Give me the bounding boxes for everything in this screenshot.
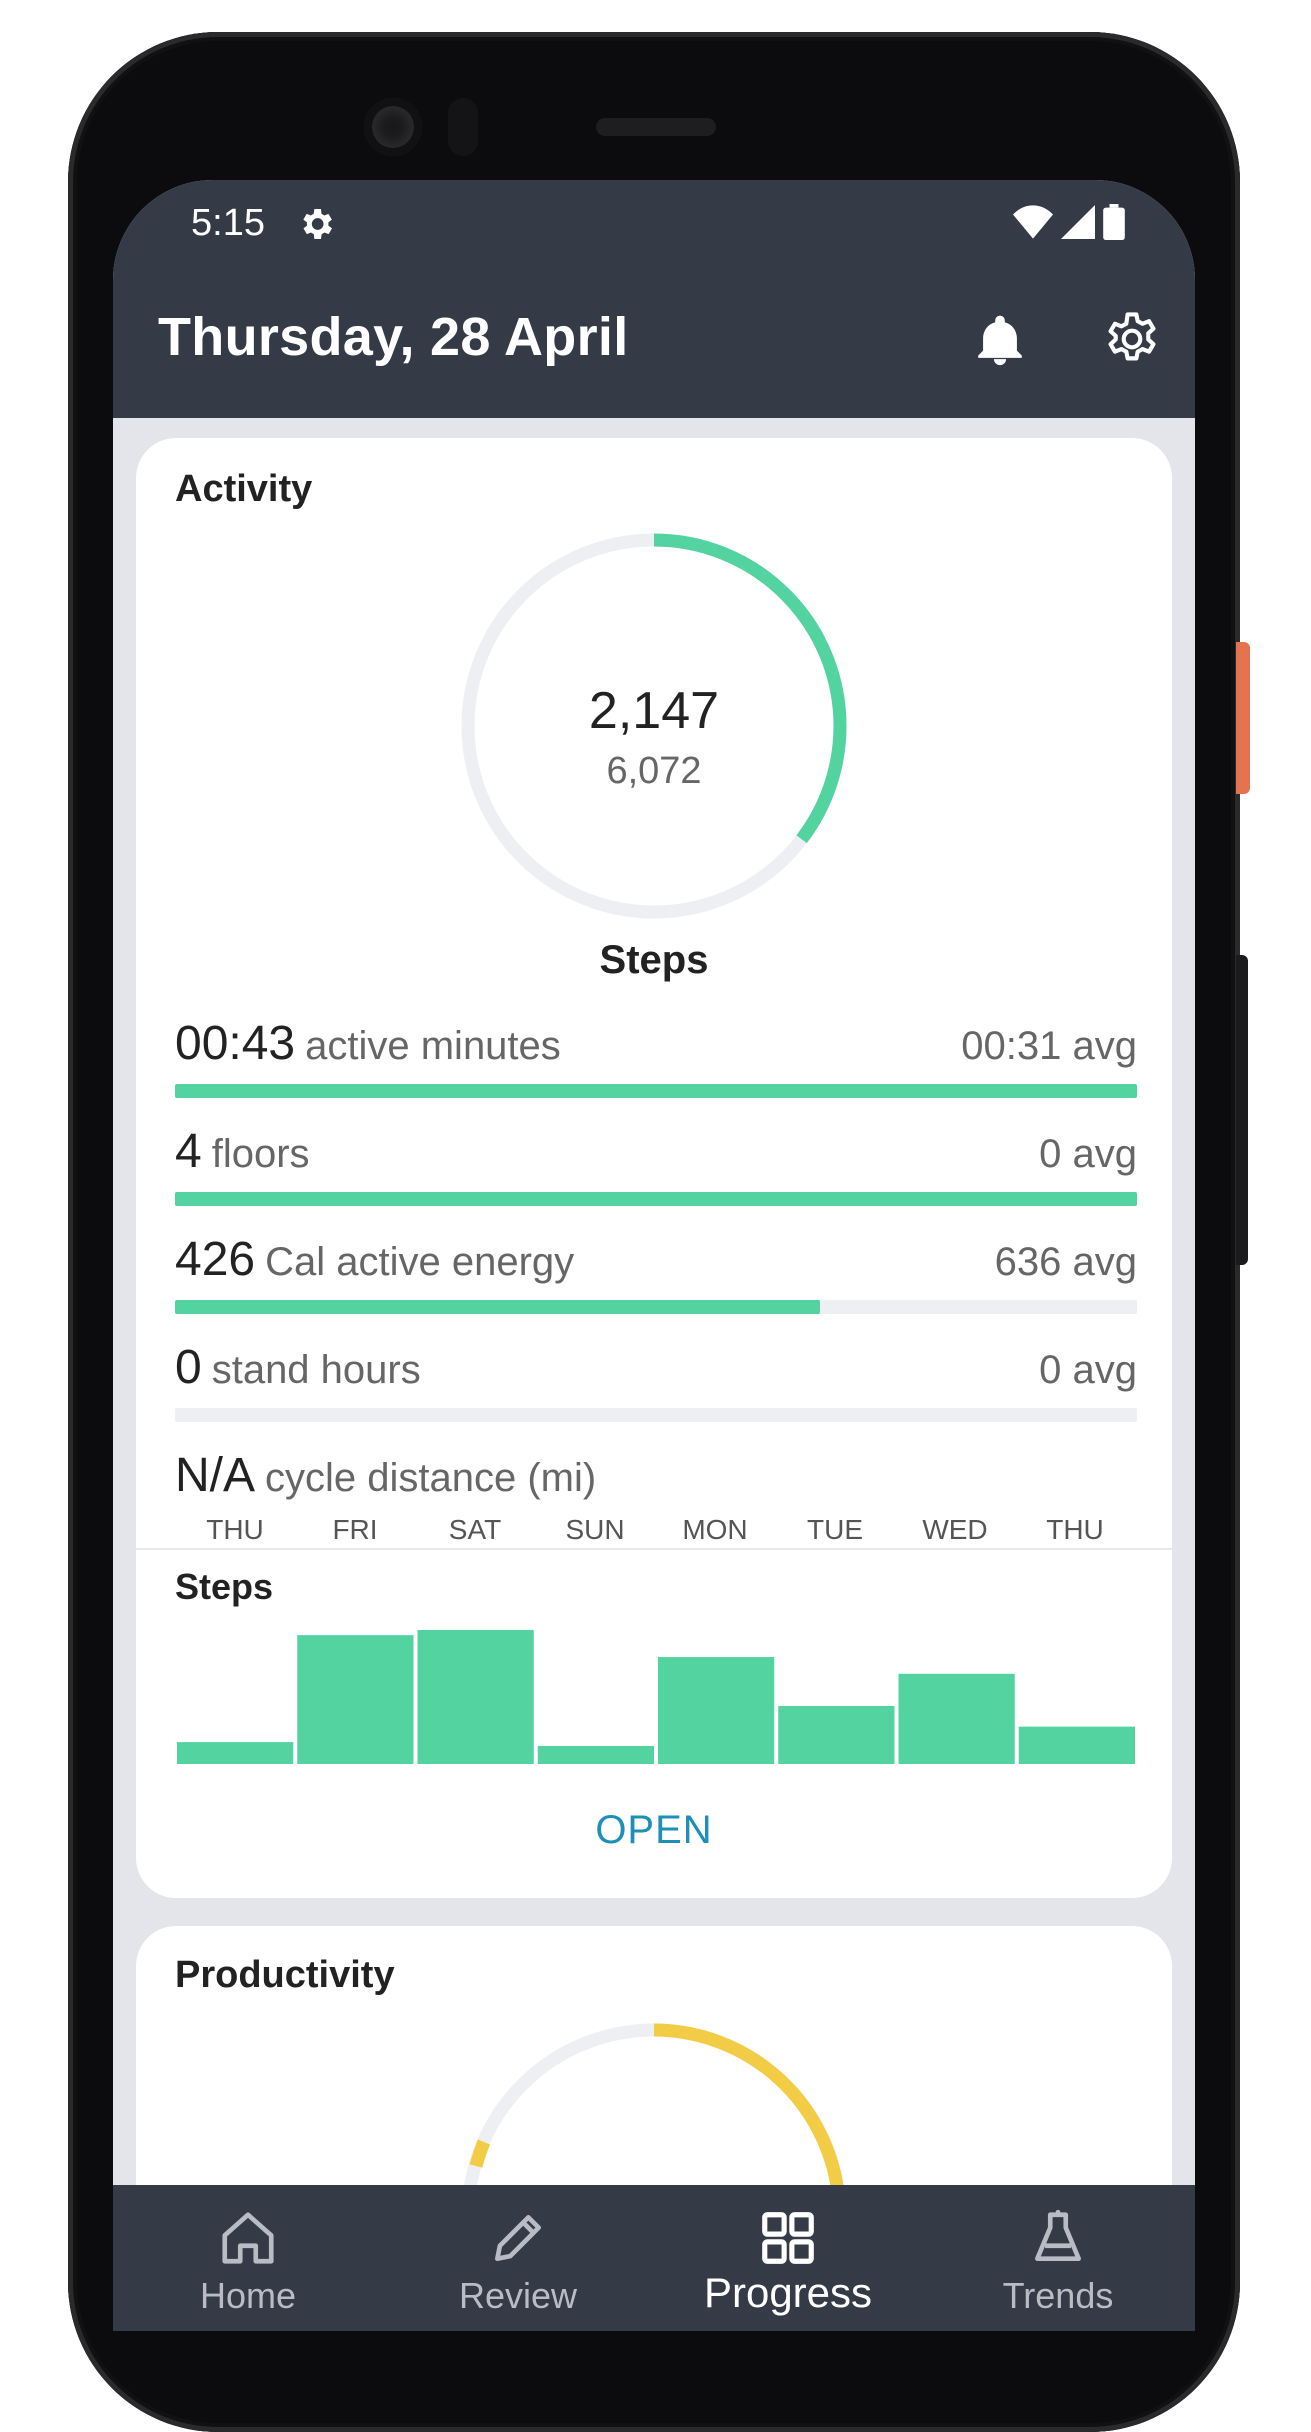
day-label: THU xyxy=(206,1514,264,1545)
metric-track xyxy=(175,1300,1137,1314)
day-label: WED xyxy=(922,1514,988,1545)
steps-bar-5 xyxy=(658,1657,775,1764)
metric-fill xyxy=(175,1300,820,1314)
nav-review[interactable]: Review xyxy=(383,2185,653,2331)
page-title: Thursday, 28 April xyxy=(158,307,629,367)
camera-sensor xyxy=(448,98,478,156)
day-label: THU xyxy=(1046,1514,1104,1545)
steps-bar-7 xyxy=(898,1673,1015,1764)
steps-bar-1 xyxy=(177,1742,294,1764)
productivity-title: Productivity xyxy=(175,1954,395,1996)
day-label: SAT xyxy=(448,1514,502,1545)
nav-label: Trends xyxy=(1002,2275,1114,2316)
settings-notification-icon xyxy=(303,209,332,239)
volume-button xyxy=(1236,955,1248,1265)
steps-ring: 2,147 6,072 xyxy=(454,526,854,926)
steps-bar-8 xyxy=(1018,1726,1135,1764)
metric-label: floors xyxy=(211,1132,310,1176)
nav-label: Home xyxy=(199,2275,297,2316)
gear-icon[interactable] xyxy=(1101,308,1163,370)
screen: 5:15 Thursday, 28 April Activity 2,147 6… xyxy=(113,180,1195,2331)
day-label: MON xyxy=(682,1514,748,1545)
productivity-ring-progress-start xyxy=(469,2139,491,2168)
day-label: TUE xyxy=(807,1514,863,1545)
metric-track xyxy=(175,1084,1137,1098)
metric-value: 4 xyxy=(175,1125,202,1178)
home-icon xyxy=(222,2212,274,2264)
steps-count: 2,147 xyxy=(588,682,720,740)
steps-bar-6 xyxy=(778,1706,895,1764)
dashboard-content: Activity 2,147 6,072 Steps 00:43 active m… xyxy=(113,418,1195,2331)
pencil-icon xyxy=(495,2215,541,2261)
steps-bar-3 xyxy=(417,1630,534,1764)
metric-fill xyxy=(175,1084,1137,1098)
app-bar: Thursday, 28 April xyxy=(113,262,1195,418)
grid-icon xyxy=(762,2212,814,2264)
steps-goal: 6,072 xyxy=(606,750,702,792)
metric-label: cycle distance (mi) xyxy=(265,1456,597,1500)
metric-average: 0 avg xyxy=(1039,1132,1137,1176)
status-icons xyxy=(1013,202,1125,242)
flask-icon xyxy=(1035,2209,1081,2261)
metric-label: Cal active energy xyxy=(265,1240,575,1284)
divider xyxy=(136,1548,1172,1550)
metric-value: N/A xyxy=(175,1449,256,1502)
nav-home[interactable]: Home xyxy=(113,2185,383,2331)
metric-fill xyxy=(175,1192,1137,1206)
metric-active-energy: 426 Cal active energy 636 avg xyxy=(175,1232,1137,1322)
battery-icon xyxy=(1103,204,1125,240)
metric-track xyxy=(175,1408,1137,1422)
status-bar: 5:15 xyxy=(113,180,1195,262)
nav-label: Progress xyxy=(703,2269,873,2316)
steps-ring-label: Steps xyxy=(599,938,709,982)
steps-bar-chart xyxy=(177,1630,1135,1764)
metric-active-minutes: 00:43 active minutes 00:31 avg xyxy=(175,1016,1137,1106)
metric-value: 426 xyxy=(175,1233,256,1286)
nav-trends[interactable]: Trends xyxy=(923,2185,1193,2331)
signal-icon xyxy=(1061,205,1095,239)
open-button[interactable]: OPEN xyxy=(136,1808,1172,1853)
metric-track xyxy=(175,1192,1137,1206)
nav-label: Review xyxy=(458,2275,578,2316)
metric-label: stand hours xyxy=(211,1348,421,1392)
metric-value: 0 xyxy=(175,1341,202,1394)
productivity-ring-progress xyxy=(653,2023,844,2188)
metric-average: 00:31 avg xyxy=(961,1024,1137,1068)
metric-stand-hours: 0 stand hours 0 avg xyxy=(175,1340,1137,1430)
steps-bar-2 xyxy=(297,1635,414,1764)
metric-average: 0 avg xyxy=(1039,1348,1137,1392)
nav-progress[interactable]: Progress xyxy=(653,2185,923,2331)
bell-icon[interactable] xyxy=(971,312,1029,370)
front-camera xyxy=(364,98,422,156)
status-time: 5:15 xyxy=(191,202,265,244)
day-label: FRI xyxy=(332,1514,378,1545)
chart-title: Steps xyxy=(175,1566,274,1607)
metric-value: 00:43 xyxy=(175,1017,296,1070)
metric-floors: 4 floors 0 avg xyxy=(175,1124,1137,1214)
power-button xyxy=(1236,642,1250,794)
steps-bar-4 xyxy=(537,1745,654,1764)
bottom-navigation: Home Review Progress Trends xyxy=(113,2185,1195,2331)
activity-title: Activity xyxy=(175,468,313,510)
metric-average: 636 avg xyxy=(994,1240,1137,1284)
day-label: SUN xyxy=(565,1514,625,1545)
wifi-icon xyxy=(1013,205,1053,239)
earpiece-speaker xyxy=(596,118,716,136)
activity-card: Activity 2,147 6,072 Steps 00:43 active m… xyxy=(136,438,1172,1898)
metric-label: active minutes xyxy=(305,1024,561,1068)
